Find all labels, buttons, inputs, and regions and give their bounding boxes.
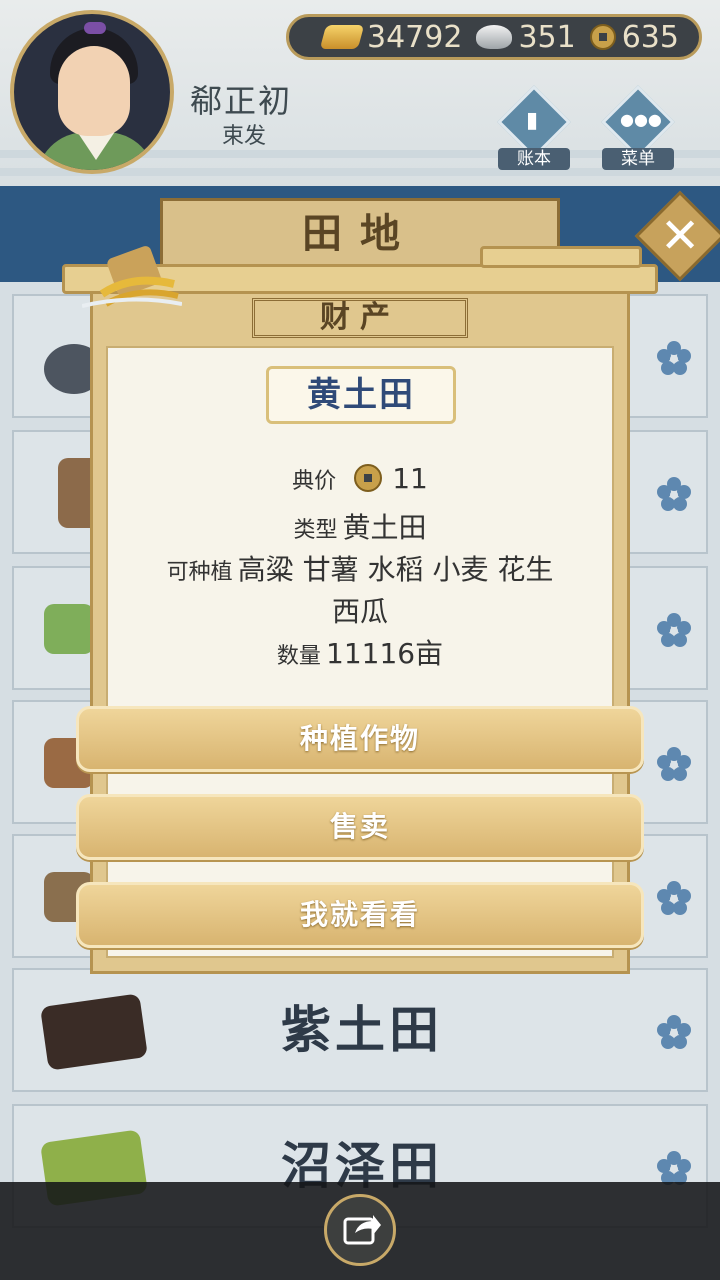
type-key: 类型 bbox=[293, 518, 338, 543]
flower-icon bbox=[657, 1015, 691, 1049]
price-key: 典价 bbox=[292, 469, 337, 494]
type-line: 类型 黄土田 bbox=[106, 506, 614, 546]
dialog-header: 财产 bbox=[320, 300, 400, 335]
plantable-line: 可种植 高粱 甘薯 水稻 小麦 花生 bbox=[106, 548, 614, 588]
just-browse-button[interactable]: 我就看看 bbox=[76, 882, 644, 948]
flower-icon bbox=[657, 747, 691, 781]
menu-button[interactable]: ●●● 菜单 bbox=[598, 85, 678, 176]
quantity-line: 数量 11116亩 bbox=[106, 632, 614, 672]
plantable-value-2: 西瓜 bbox=[331, 595, 388, 628]
copper-coin-icon bbox=[589, 24, 616, 50]
type-value: 黄土田 bbox=[342, 511, 427, 544]
player-name: 郗正初 bbox=[190, 82, 293, 120]
currency-bar: 34792 351 635 bbox=[286, 14, 702, 60]
gold-ingot-icon bbox=[319, 25, 365, 49]
dialog-roof-top bbox=[480, 246, 642, 268]
flower-icon bbox=[657, 477, 691, 511]
ledger-label: 账本 bbox=[498, 148, 570, 170]
flower-icon bbox=[657, 1151, 691, 1185]
price-value: 11 bbox=[392, 462, 428, 495]
item-name: 黄土田 bbox=[307, 375, 415, 415]
quantity-key: 数量 bbox=[276, 644, 321, 669]
copper-amount: 635 bbox=[621, 19, 679, 55]
player-avatar[interactable] bbox=[10, 10, 174, 174]
menu-label: 菜单 bbox=[602, 148, 674, 170]
land-row-purple-soil[interactable]: 紫土田 bbox=[12, 968, 708, 1092]
gold-amount: 34792 bbox=[367, 19, 463, 55]
share-button[interactable] bbox=[324, 1194, 396, 1266]
flower-icon bbox=[657, 881, 691, 915]
copper-coin-icon bbox=[354, 464, 383, 492]
flower-icon bbox=[657, 613, 691, 647]
silver-ingot-icon bbox=[476, 25, 513, 49]
field-icon bbox=[44, 604, 94, 654]
plantable-key: 可种植 bbox=[166, 560, 233, 585]
sell-button[interactable]: 售卖 bbox=[76, 794, 644, 860]
wheat-bundle-icon bbox=[82, 246, 182, 308]
silver-amount: 351 bbox=[518, 19, 576, 55]
dialog-header-box: 财产 bbox=[252, 298, 468, 338]
plantable-line-2: 西瓜 bbox=[106, 590, 614, 630]
player-title: 束发 bbox=[222, 124, 267, 149]
item-name-box: 黄土田 bbox=[266, 366, 456, 424]
price-line: 典价 11 bbox=[106, 462, 614, 495]
plantable-value: 高粱 甘薯 水稻 小麦 花生 bbox=[237, 553, 554, 586]
close-icon: ✕ bbox=[660, 208, 701, 264]
quantity-value: 11116亩 bbox=[326, 637, 444, 670]
share-icon bbox=[343, 1215, 381, 1245]
page-title: 田地 bbox=[302, 211, 418, 257]
ledger-button[interactable]: ▮ 账本 bbox=[494, 85, 574, 176]
land-label: 紫土田 bbox=[281, 1001, 443, 1059]
plant-crop-button[interactable]: 种植作物 bbox=[76, 706, 644, 772]
flower-icon bbox=[657, 341, 691, 375]
